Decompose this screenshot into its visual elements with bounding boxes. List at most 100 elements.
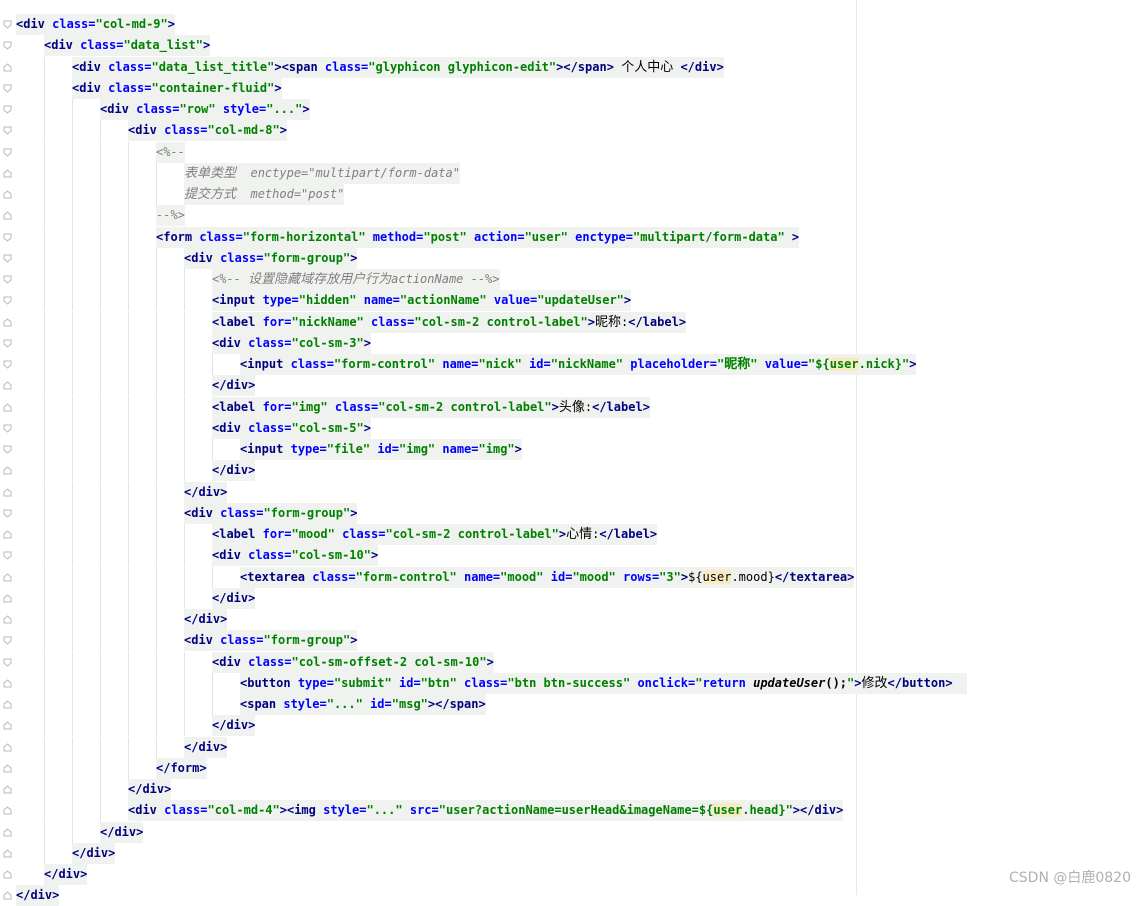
code-line[interactable]: <label for="nickName" class="col-sm-2 co… [16,311,687,333]
code-line[interactable]: <div class="col-sm-offset-2 col-sm-10"> [16,651,494,673]
fold-marker-icon[interactable] [3,615,12,624]
fold-marker-icon[interactable] [3,211,12,220]
fold-marker-icon[interactable] [3,190,12,199]
code-line[interactable]: <label for="mood" class="col-sm-2 contro… [16,524,658,545]
fold-marker-icon[interactable] [3,62,12,72]
code-line[interactable]: </div> [16,736,228,758]
code-line[interactable]: <div class="form-group"> [16,247,358,269]
code-text: </form> [156,757,207,779]
code-line[interactable]: <div class="form-group"> [16,502,358,524]
fold-marker-icon[interactable] [3,785,12,794]
code-line[interactable]: --%> [16,205,185,227]
code-text: </div> [184,736,228,758]
code-line[interactable]: <div class="container-fluid"> [16,77,282,99]
code-line[interactable]: <textarea class="form-control" name="moo… [16,566,855,588]
code-line[interactable]: <div class="data_list"> [16,35,211,57]
code-text: <span style="..." id="msg"></span> [240,694,486,715]
fold-marker-icon[interactable] [3,594,12,603]
code-line[interactable]: </div> [16,375,256,397]
code-text: <div class="col-sm-5"> [212,417,371,439]
code-line[interactable]: </div> [16,842,116,864]
fold-marker-icon[interactable] [3,509,12,518]
fold-marker-icon[interactable] [3,764,12,773]
fold-marker-icon[interactable] [3,572,12,582]
fold-marker-icon[interactable] [3,658,12,667]
fold-marker-icon[interactable] [3,870,12,879]
fold-marker-icon[interactable] [3,169,12,178]
fold-marker-icon[interactable] [3,827,12,837]
code-text: <div class="row" style="..."> [100,99,310,120]
code-line[interactable]: <input type="hidden" name="actionName" v… [16,290,632,312]
fold-marker-icon[interactable] [3,105,12,114]
code-line[interactable]: <label for="img" class="col-sm-2 control… [16,396,650,418]
fold-marker-icon[interactable] [3,20,12,29]
fold-marker-icon[interactable] [3,126,12,135]
code-line[interactable]: <div class="col-sm-3"> [16,332,371,354]
fold-marker-icon[interactable] [3,254,12,263]
code-line[interactable]: </div> [16,481,228,503]
code-line[interactable]: <input type="file" id="img" name="img"> [16,439,522,460]
fold-marker-icon[interactable] [3,317,12,327]
code-line[interactable]: <div class="col-md-4"><img style="..." s… [16,800,844,822]
fold-marker-icon[interactable] [3,679,12,688]
code-line[interactable]: <div class="col-sm-5"> [16,417,371,439]
fold-marker-icon[interactable] [3,721,12,730]
code-line[interactable]: <%-- 设置隐藏域存放用户行为actionName --%> [16,269,500,290]
code-line[interactable]: </form> [16,757,207,779]
code-line[interactable]: </div> [16,609,228,630]
code-text: </div> [128,779,172,800]
fold-marker-icon[interactable] [3,466,12,475]
code-line[interactable]: </div> [16,715,256,737]
code-text: <button type="submit" id="btn" class="bt… [240,672,967,694]
code-text: </div> [184,609,228,630]
code-text: <input type="hidden" name="actionName" v… [212,290,632,312]
code-line[interactable]: <div class="col-md-8"> [16,120,287,142]
fold-marker-icon[interactable] [3,233,12,242]
code-line[interactable]: <div class="form-group"> [16,630,358,652]
fold-marker-icon[interactable] [3,360,12,369]
fold-marker-icon[interactable] [3,84,12,93]
code-text: <%-- 设置隐藏域存放用户行为actionName --%> [212,269,500,290]
fold-marker-icon[interactable] [3,445,12,454]
code-line[interactable]: <div class="col-md-9"> [16,14,175,35]
code-line[interactable]: <div class="row" style="..."> [16,99,310,120]
fold-marker-icon[interactable] [3,381,12,390]
fold-marker-icon[interactable] [3,424,12,433]
code-line[interactable]: <div class="col-sm-10"> [16,545,379,567]
code-line[interactable]: <form class="form-horizontal" method="po… [16,226,800,248]
fold-marker-icon[interactable] [3,487,12,497]
code-editor[interactable]: <div class="col-md-9"> <div class="data_l… [16,14,967,906]
code-line[interactable]: <input class="form-control" name="nick" … [16,354,917,375]
code-text: <div class="form-group"> [184,502,358,524]
code-line[interactable]: </div> [16,779,172,800]
fold-marker-icon[interactable] [3,275,12,284]
code-text: <div class="col-md-4"><img style="..." s… [128,800,844,822]
code-line[interactable]: 提交方式 method="post" [16,184,345,205]
fold-marker-icon[interactable] [3,806,12,815]
fold-marker-icon[interactable] [3,891,12,900]
code-line[interactable]: </div> [16,864,88,885]
fold-marker-icon[interactable] [3,148,12,157]
fold-marker-icon[interactable] [3,41,12,50]
watermark: CSDN @白鹿0820 [1009,870,1131,886]
fold-marker-icon[interactable] [3,551,12,560]
code-line[interactable]: </div> [16,885,60,906]
code-line[interactable]: 表单类型 enctype="multipart/form-data" [16,162,460,184]
fold-marker-icon[interactable] [3,339,12,348]
code-line[interactable]: <%-- [16,141,185,163]
code-line[interactable]: </div> [16,821,144,843]
code-line[interactable]: </div> [16,587,256,609]
fold-marker-icon[interactable] [3,849,12,858]
fold-marker-icon[interactable] [3,636,12,645]
fold-marker-icon[interactable] [3,700,12,709]
fold-marker-icon[interactable] [3,742,12,752]
code-line[interactable]: </div> [16,460,256,482]
fold-marker-icon[interactable] [3,530,12,539]
fold-marker-icon[interactable] [3,402,12,412]
code-line[interactable]: <button type="submit" id="btn" class="bt… [16,672,967,694]
code-text: </div> [16,885,60,906]
code-line[interactable]: <div class="data_list_title"><span class… [16,56,724,78]
fold-marker-icon[interactable] [3,296,12,305]
code-line[interactable]: <span style="..." id="msg"></span> [16,694,486,715]
code-text: <div class="col-md-8"> [128,120,287,142]
